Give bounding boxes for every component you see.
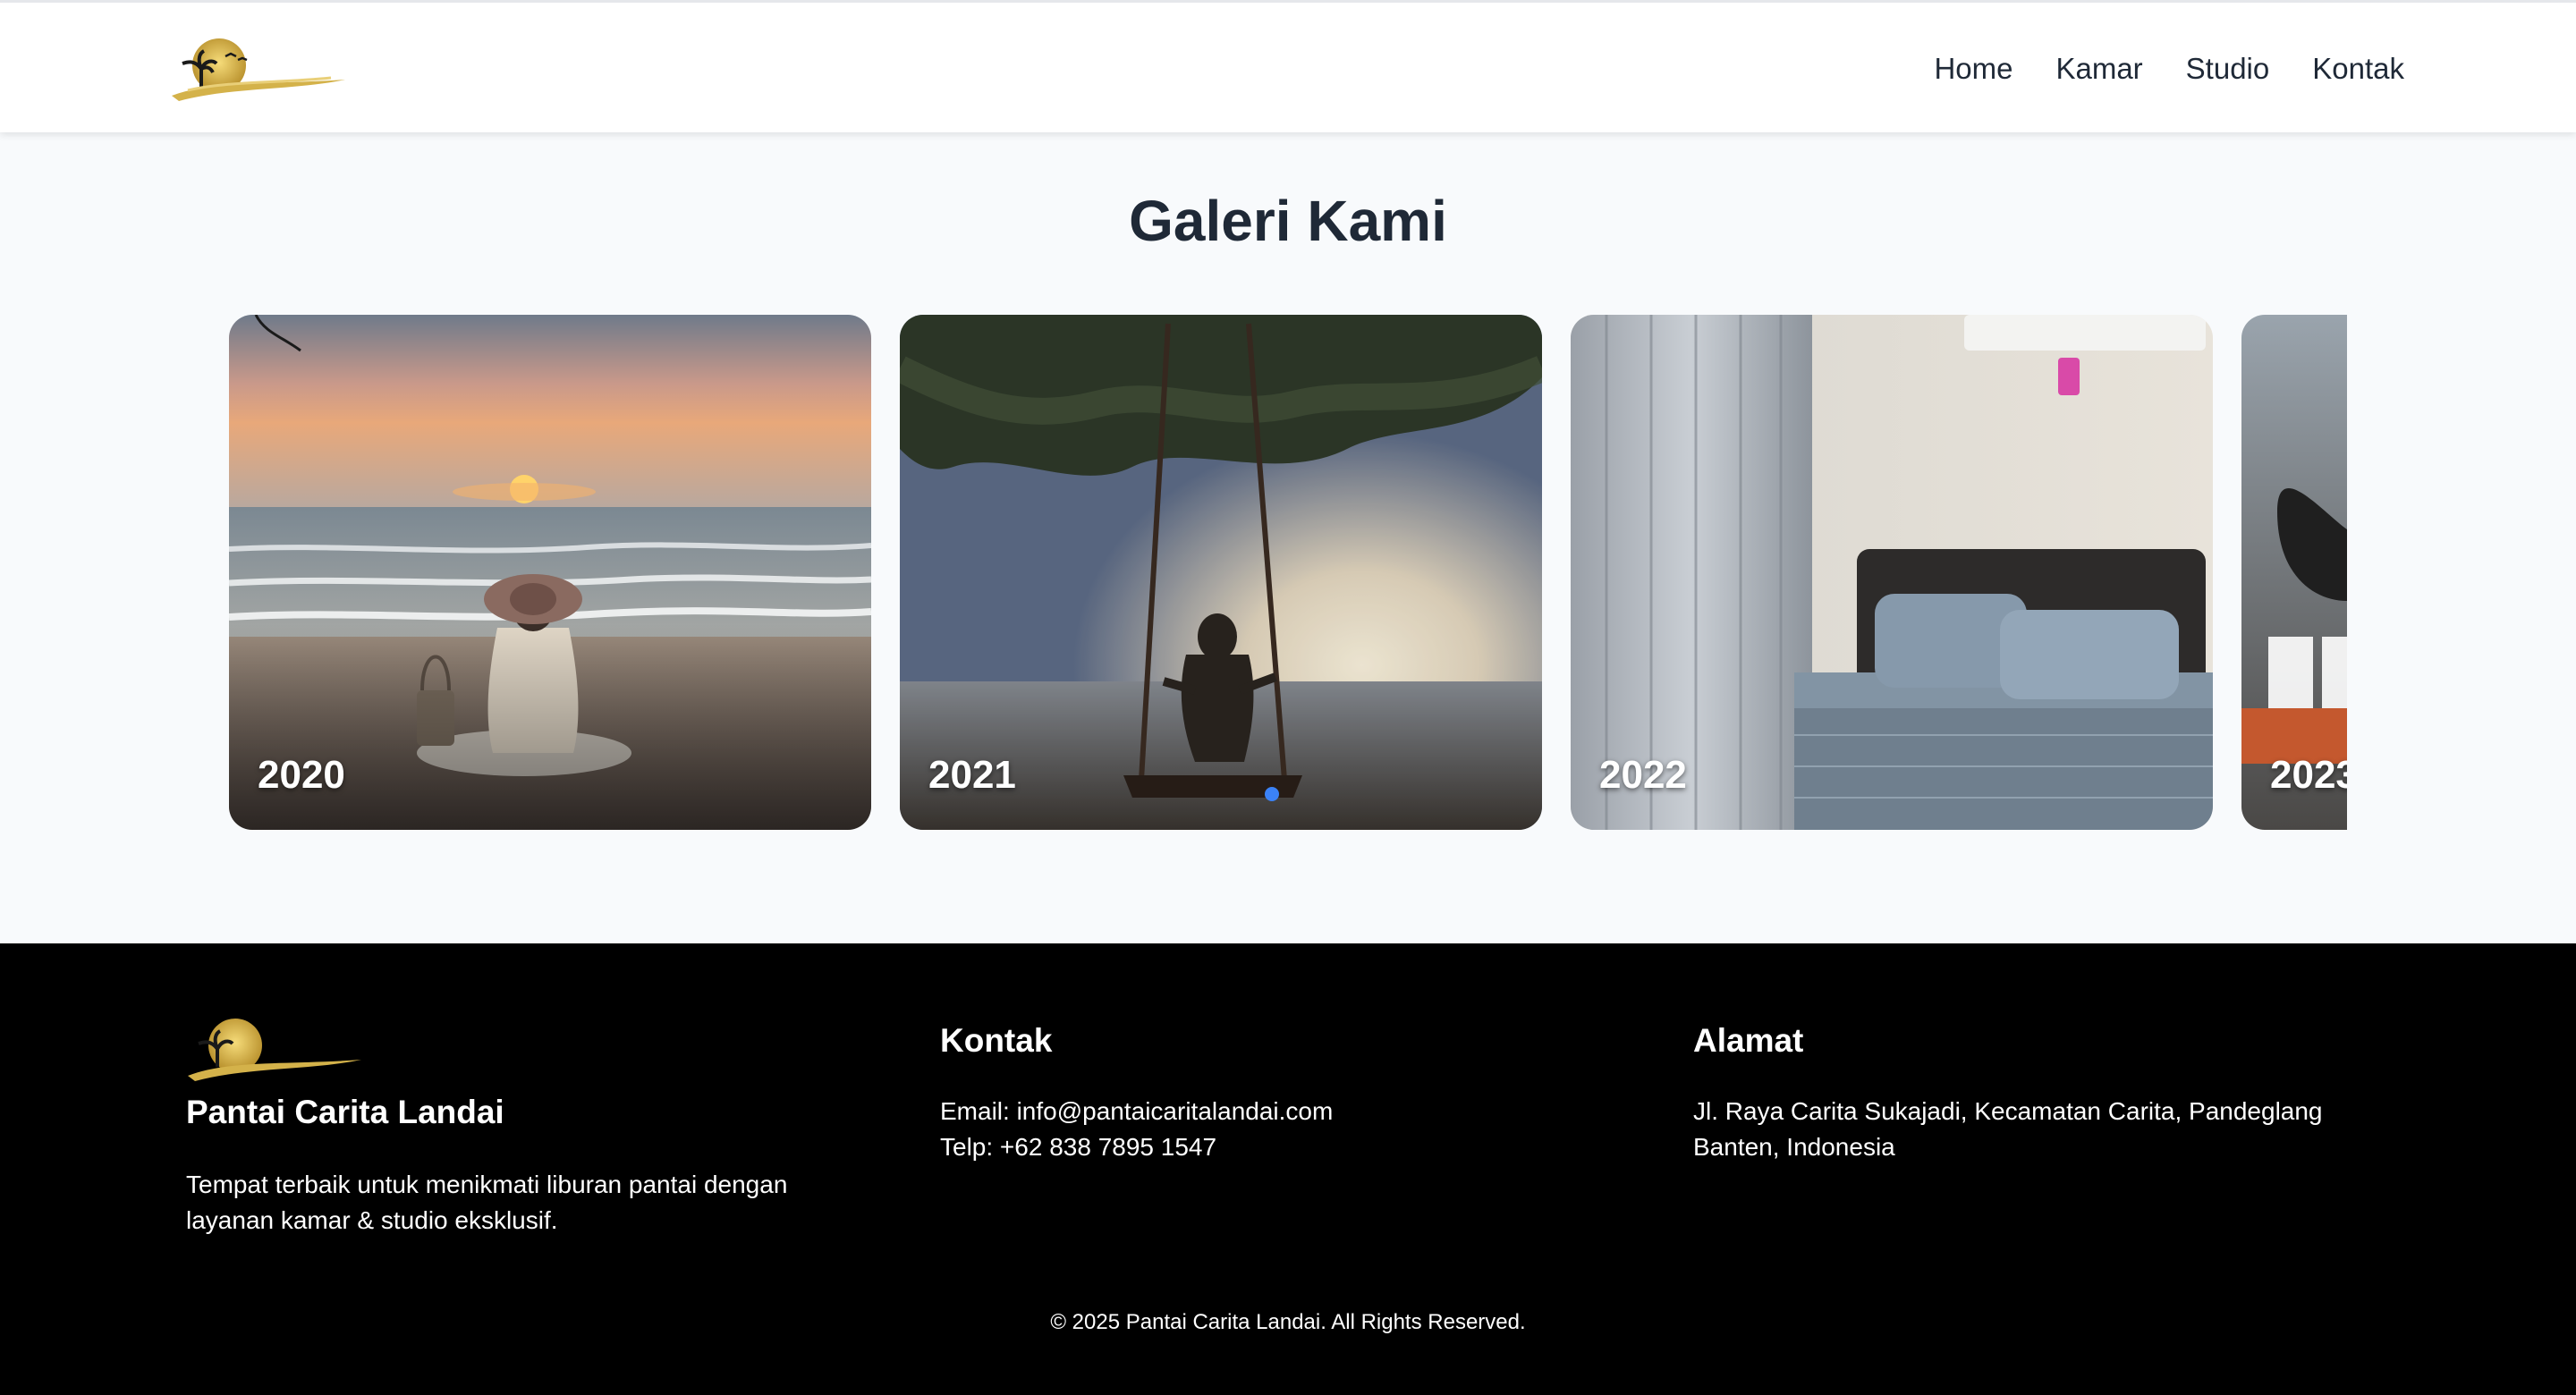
gallery-card[interactable]: 2023 [2241,315,2347,830]
footer-address: Jl. Raya Carita Sukajadi, Kecamatan Cari… [1693,1097,2323,1161]
gallery-card[interactable]: 2020 [229,315,871,830]
footer-logo [188,1019,361,1081]
footer-phone[interactable]: Telp: +62 838 7895 1547 [940,1129,1216,1165]
nav-kontak[interactable]: Kontak [2312,52,2404,86]
footer-copyright: © 2025 Pantai Carita Landai. All Rights … [1050,1310,1526,1334]
site-footer: Pantai Carita Landai Tempat terbaik untu… [0,943,2576,1395]
gallery-card-year: 2020 [258,753,345,797]
gallery-card-year: 2021 [928,753,1016,797]
footer-brand-name: Pantai Carita Landai [186,1094,504,1130]
site-header: Home Kamar Studio Kontak [0,0,2576,132]
nav-studio[interactable]: Studio [2186,52,2270,86]
gallery-card[interactable]: 2022 [1571,315,2213,830]
site-logo[interactable] [170,33,349,108]
gallery-card-year: 2022 [1599,753,1687,797]
gallery-card-year: 2023 [2270,753,2347,797]
carousel-indicator-dot[interactable] [1265,787,1279,801]
footer-description: Tempat terbaik untuk menikmati liburan p… [186,1171,788,1234]
footer-contact-title: Kontak [940,1022,1053,1059]
nav-kamar[interactable]: Kamar [2055,52,2142,86]
gallery-carousel[interactable]: 2020 2021 2022 2023 [229,315,2347,830]
gallery-card[interactable]: 2021 [900,315,1542,830]
gallery-title: Galeri Kami [1129,189,1447,253]
nav-home[interactable]: Home [1934,52,2012,86]
footer-email[interactable]: Email: info@pantaicaritalandai.com [940,1094,1333,1129]
footer-address-title: Alamat [1693,1022,1804,1059]
main-nav: Home Kamar Studio Kontak [1934,3,2404,135]
